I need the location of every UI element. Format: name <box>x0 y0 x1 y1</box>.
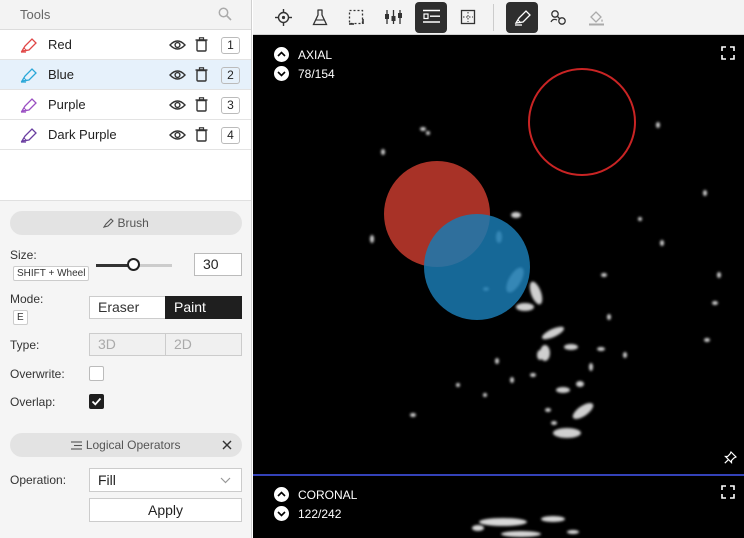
brush-header[interactable]: Brush <box>10 211 242 235</box>
pen-icon <box>20 98 37 113</box>
viewport-name: AXIAL <box>298 48 333 62</box>
segment-row-dark-purple[interactable]: Dark Purple 4 <box>0 120 251 150</box>
trash-icon[interactable] <box>195 127 208 142</box>
segment-index: 1 <box>221 37 240 54</box>
segment-row-purple[interactable]: Purple 3 <box>0 90 251 120</box>
operation-select[interactable]: Fill <box>89 468 242 492</box>
segment-row-red[interactable]: Red 1 <box>0 30 251 60</box>
size-input[interactable]: 30 <box>194 253 242 276</box>
mode-shortcut: E <box>13 310 28 325</box>
size-shortcut: SHIFT + Wheel <box>13 266 90 281</box>
selection-icon <box>348 9 364 25</box>
selection-button[interactable] <box>340 2 372 33</box>
segment-name: Purple <box>48 97 86 112</box>
chevron-down-icon <box>277 511 286 517</box>
search-icon[interactable] <box>218 7 232 21</box>
list-icon <box>423 9 440 23</box>
prev-slice-button[interactable] <box>274 487 289 502</box>
axial-viewport[interactable]: AXIAL 78/154 <box>253 35 744 474</box>
chevron-down-icon <box>277 71 286 77</box>
pen-icon <box>20 68 37 83</box>
fill-button[interactable] <box>580 2 612 33</box>
overlap-checkbox[interactable] <box>89 394 104 409</box>
segment-name: Dark Purple <box>48 127 117 142</box>
pen-icon <box>20 38 37 53</box>
type-2d-button[interactable]: 2D <box>165 333 242 356</box>
prev-slice-button[interactable] <box>274 47 289 62</box>
crosshair-button[interactable] <box>267 2 299 33</box>
fill-icon <box>589 11 604 26</box>
slice-indicator: 122/242 <box>298 507 342 521</box>
fullscreen-icon[interactable] <box>721 485 735 499</box>
segment-row-blue[interactable]: Blue 2 <box>0 60 251 90</box>
pin-icon[interactable] <box>724 451 737 464</box>
check-icon <box>91 397 102 406</box>
fullscreen-icon[interactable] <box>721 46 735 60</box>
brush-icon <box>102 218 114 228</box>
logical-operators-header[interactable]: Logical Operators <box>10 433 242 457</box>
coronal-viewport[interactable]: CORONAL 122/242 <box>253 476 744 538</box>
overwrite-label: Overwrite: <box>10 367 65 381</box>
brush-header-label: Brush <box>117 216 149 230</box>
axial-image <box>370 68 721 438</box>
mode-eraser-button[interactable]: Eraser <box>89 296 166 319</box>
segment-list-button[interactable] <box>415 2 447 33</box>
segment-index: 2 <box>221 67 240 84</box>
grid-button[interactable] <box>452 2 484 33</box>
brush-settings: Brush Size: SHIFT + Wheel 30 Mode: E Era… <box>0 200 251 538</box>
eye-icon[interactable] <box>169 68 186 82</box>
chevron-up-icon <box>277 51 286 57</box>
slice-indicator: 78/154 <box>298 67 335 81</box>
eye-icon[interactable] <box>169 38 186 52</box>
flask-button[interactable] <box>304 2 336 33</box>
crosshair-icon <box>275 9 292 26</box>
next-slice-button[interactable] <box>274 66 289 81</box>
next-slice-button[interactable] <box>274 506 289 521</box>
logical-operators-label: Logical Operators <box>85 438 181 452</box>
segment-index: 3 <box>221 97 240 114</box>
sliders-icon <box>385 10 402 24</box>
sliders-button[interactable] <box>377 2 409 33</box>
toolbar <box>253 0 744 35</box>
tools-panel: Tools Red 1 Blue 2 Purple 3 Dark Purple … <box>0 0 252 538</box>
trash-icon[interactable] <box>195 37 208 52</box>
eye-icon[interactable] <box>169 128 186 142</box>
tools-title: Tools <box>20 7 51 22</box>
chevron-up-icon <box>277 491 286 497</box>
segment-index: 4 <box>221 127 240 144</box>
pen-icon <box>20 128 37 143</box>
red-segment-outline <box>528 68 636 176</box>
close-icon[interactable] <box>222 440 232 450</box>
size-label: Size: <box>10 248 37 262</box>
flask-icon <box>312 9 328 26</box>
operation-label: Operation: <box>10 473 67 487</box>
toolbar-separator <box>493 4 494 31</box>
type-3d-button[interactable]: 3D <box>89 333 166 356</box>
mode-label: Mode: <box>10 292 44 306</box>
brush-icon <box>514 10 531 26</box>
brush-tool-button[interactable] <box>506 2 538 33</box>
list-icon <box>71 441 83 450</box>
grid-icon <box>460 9 476 25</box>
segment-name: Blue <box>48 67 75 82</box>
operation-value: Fill <box>98 472 116 488</box>
blue-segment-fill <box>424 214 530 320</box>
connect-button[interactable] <box>542 2 574 33</box>
connect-icon <box>550 10 566 25</box>
trash-icon[interactable] <box>195 67 208 82</box>
apply-button[interactable]: Apply <box>89 498 242 522</box>
chevron-down-icon <box>220 477 231 484</box>
type-label: Type: <box>10 338 40 352</box>
tissue-specks <box>472 516 579 537</box>
viewport-name: CORONAL <box>298 488 358 502</box>
mode-paint-button[interactable]: Paint <box>165 296 242 319</box>
eye-icon[interactable] <box>169 98 186 112</box>
size-slider-thumb[interactable] <box>127 258 141 271</box>
segment-name: Red <box>48 37 72 52</box>
trash-icon[interactable] <box>195 97 208 112</box>
overlap-label: Overlap: <box>10 395 56 409</box>
tools-header: Tools <box>0 0 251 30</box>
overwrite-checkbox[interactable] <box>89 366 104 381</box>
